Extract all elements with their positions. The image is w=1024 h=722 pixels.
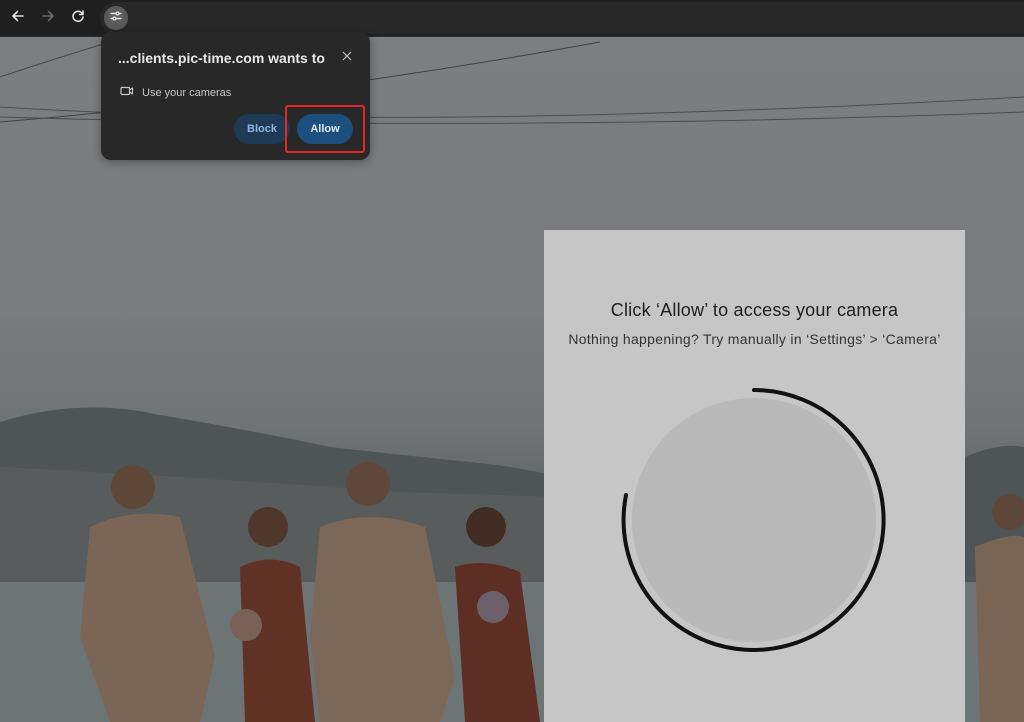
reload-icon: [70, 8, 86, 29]
arrow-left-icon: [10, 8, 26, 29]
forward-button[interactable]: [36, 6, 60, 30]
back-button[interactable]: [6, 6, 30, 30]
site-info-button[interactable]: [104, 6, 128, 30]
camera-preview-placeholder: [621, 388, 886, 652]
permission-prompt-title: ...clients.pic-time.com wants to: [118, 50, 325, 66]
permission-item-camera: Use your cameras: [120, 84, 231, 101]
permission-label: Use your cameras: [142, 86, 232, 99]
video-camera-icon: [120, 84, 142, 101]
camera-access-panel: Click ‘Allow’ to access your camera Noth…: [544, 230, 965, 722]
close-icon: [342, 48, 352, 66]
address-bar[interactable]: [100, 2, 1024, 34]
close-button[interactable]: [339, 49, 355, 65]
reload-button[interactable]: [66, 6, 90, 30]
camera-panel-subtitle: Nothing happening? Try manually in ‘Sett…: [568, 331, 941, 347]
allow-button-highlight: [285, 105, 365, 153]
arrow-right-icon: [40, 8, 56, 29]
block-button[interactable]: Block: [234, 114, 290, 144]
camera-panel-title: Click ‘Allow’ to access your camera: [610, 300, 899, 320]
tune-icon: [109, 9, 123, 28]
